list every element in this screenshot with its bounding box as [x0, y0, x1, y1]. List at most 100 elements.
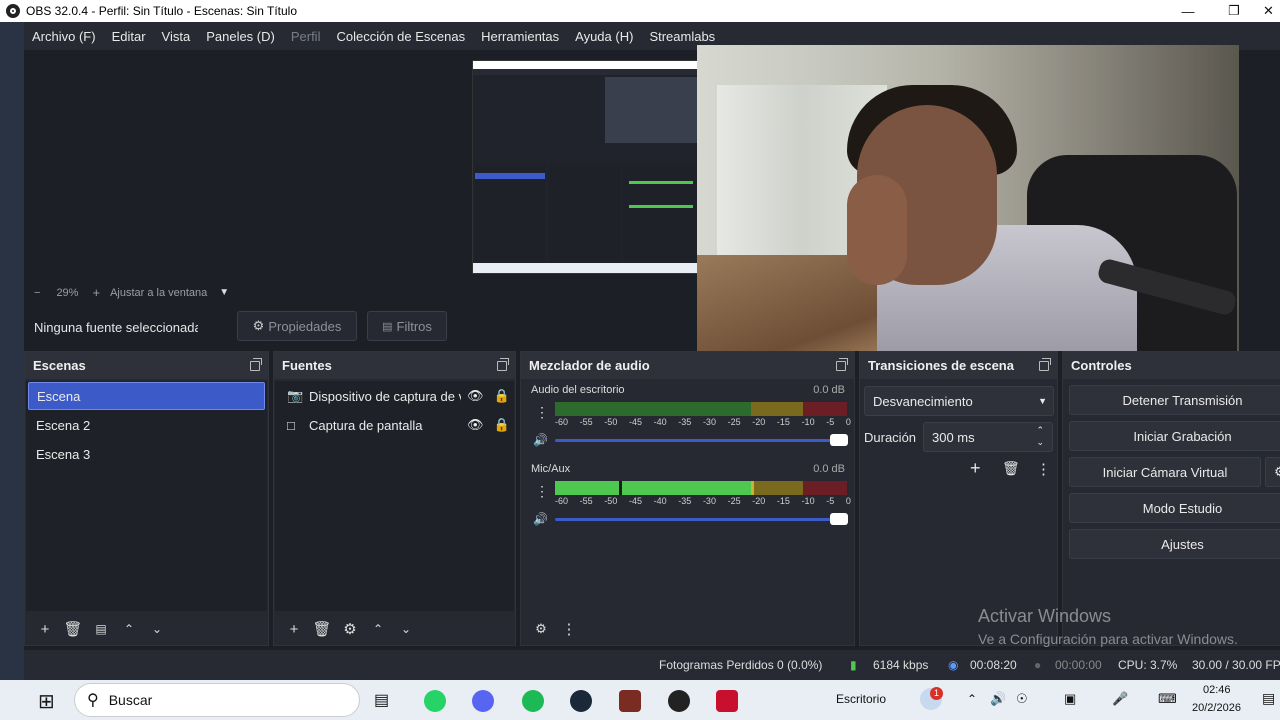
whatsapp-icon[interactable]	[424, 690, 446, 712]
virtual-camera-settings-button[interactable]: ⚙	[1265, 457, 1280, 487]
menu-ayuda[interactable]: Ayuda (H)	[567, 29, 641, 44]
fit-window-label[interactable]: Ajustar a la ventana	[110, 287, 207, 299]
obs-logo-icon	[6, 4, 20, 18]
speaker-icon[interactable]: 🔊	[533, 512, 548, 526]
chevron-up-icon[interactable]: ⌃	[364, 622, 392, 636]
lock-icon[interactable]: 🔒	[494, 388, 510, 404]
volume-slider[interactable]	[555, 434, 848, 446]
chevron-down-icon[interactable]: ⌄	[1036, 437, 1044, 448]
zoom-in-button[interactable]: +	[92, 285, 100, 300]
start-recording-button[interactable]: Iniciar Grabación	[1069, 421, 1280, 451]
network-icon[interactable]: ☉	[1016, 691, 1028, 707]
window-title: OBS 32.0.4 - Perfil: Sin Título - Escena…	[26, 4, 298, 18]
menu-herramientas[interactable]: Herramientas	[473, 29, 567, 44]
chevron-up-icon[interactable]: ⌃	[967, 692, 977, 706]
tray-icon[interactable]: ▣	[1064, 691, 1076, 707]
slider-knob[interactable]	[830, 434, 848, 446]
menu-vista[interactable]: Vista	[154, 29, 199, 44]
undock-icon[interactable]	[836, 357, 848, 371]
menu-streamlabs[interactable]: Streamlabs	[641, 29, 723, 44]
menu-dots-icon[interactable]: ⋮	[555, 620, 583, 638]
menu-archivo[interactable]: Archivo (F)	[24, 29, 104, 44]
obs-taskbar-icon[interactable]	[668, 690, 690, 712]
steam-icon[interactable]	[570, 690, 592, 712]
slider-knob[interactable]	[830, 513, 848, 525]
zoom-bar: − 29% + Ajustar a la ventana ▼	[24, 284, 697, 301]
menu-editar[interactable]: Editar	[104, 29, 154, 44]
undock-icon[interactable]	[497, 357, 509, 371]
chevron-down-icon[interactable]: ⌄	[143, 622, 171, 636]
minimize-button[interactable]: —	[1165, 0, 1211, 22]
add-icon[interactable]: +	[31, 621, 59, 638]
sources-title: Fuentes	[282, 358, 332, 373]
bitrate: 6184 kbps	[873, 658, 929, 672]
trash-icon[interactable]: 🗑	[59, 620, 87, 638]
activate-windows-title: Activar Windows	[978, 606, 1112, 626]
add-icon[interactable]: +	[970, 458, 981, 479]
scene-item[interactable]: Escena 3	[28, 440, 265, 468]
taskbar-search[interactable]: ⚲ Buscar	[74, 683, 360, 717]
game-icon[interactable]	[619, 690, 641, 712]
eye-icon[interactable]: 👁	[467, 388, 484, 404]
scene-item[interactable]: Escena	[28, 382, 265, 410]
chevron-down-icon: ▼	[1038, 396, 1047, 406]
lock-icon[interactable]: 🔒	[494, 417, 510, 433]
undock-icon[interactable]	[250, 357, 262, 371]
pes-icon[interactable]	[716, 690, 738, 712]
search-placeholder: Buscar	[108, 692, 153, 708]
properties-button[interactable]: ⚙ Propiedades	[237, 311, 357, 341]
source-item[interactable]: 📷 Dispositivo de captura de video 👁 🔒	[277, 382, 512, 410]
menu-dots-icon[interactable]: ⋮	[535, 404, 549, 421]
zoom-out-button[interactable]: −	[34, 287, 40, 299]
menu-coleccion[interactable]: Colección de Escenas	[328, 29, 473, 44]
studio-mode-button[interactable]: Modo Estudio	[1069, 493, 1280, 523]
volume-icon[interactable]: 🔊	[990, 691, 1006, 707]
menu-dots-icon[interactable]: ⋮	[1036, 460, 1051, 478]
transition-select[interactable]: Desvanecimiento ▼	[864, 386, 1054, 416]
windows-start-icon[interactable]: ⊞	[38, 689, 55, 714]
desktop-toolbar[interactable]: Escritorio	[836, 692, 886, 706]
menu-perfil: Perfil	[290, 28, 321, 44]
add-icon[interactable]: +	[280, 621, 308, 638]
record-time: 00:00:00	[1055, 658, 1102, 672]
chevron-down-icon[interactable]: ▼	[219, 287, 229, 298]
start-virtual-camera-button[interactable]: Iniciar Cámara Virtual	[1069, 457, 1261, 487]
menu-paneles[interactable]: Paneles (D)	[198, 29, 283, 44]
status-bar: Fotogramas Perdidos 0 (0.0%) ▮ 6184 kbps…	[24, 650, 1280, 680]
chevron-up-icon[interactable]: ⌃	[1036, 425, 1044, 436]
keyboard-icon[interactable]: ⌨	[1158, 691, 1177, 707]
microphone-icon[interactable]: 🎤	[1112, 691, 1128, 707]
speaker-icon[interactable]: 🔊	[533, 433, 548, 447]
trash-icon[interactable]: 🗑	[308, 620, 336, 638]
notifications-icon[interactable]: ▤	[1262, 690, 1275, 707]
volume-meter	[555, 402, 847, 416]
chevron-down-icon[interactable]: ⌄	[392, 622, 420, 636]
clock-date[interactable]: 20/2/2026	[1192, 702, 1241, 714]
menu-dots-icon[interactable]: ⋮	[535, 483, 549, 500]
duration-value: 300 ms	[932, 429, 975, 445]
dropped-frames: Fotogramas Perdidos 0 (0.0%)	[659, 658, 823, 672]
clock-time[interactable]: 02:46	[1203, 684, 1231, 696]
filters-button[interactable]: ▤ Filtros	[367, 311, 447, 341]
cpu-usage: CPU: 3.7%	[1118, 658, 1178, 672]
spotify-icon[interactable]	[522, 690, 544, 712]
settings-button[interactable]: Ajustes	[1069, 529, 1280, 559]
stop-stream-button[interactable]: Detener Transmisión	[1069, 385, 1280, 415]
maximize-button[interactable]: ❐	[1211, 0, 1257, 22]
gear-icon[interactable]: ⚙	[336, 620, 364, 638]
discord-icon[interactable]	[472, 690, 494, 712]
source-label: Dispositivo de captura de video	[309, 388, 461, 404]
duration-spinbox[interactable]: 300 ms ⌃ ⌄	[923, 422, 1053, 452]
chevron-up-icon[interactable]: ⌃	[115, 622, 143, 636]
filter-icon[interactable]: ▤	[87, 622, 115, 636]
mixer-settings-icon[interactable]: ⚙	[527, 621, 555, 637]
source-item[interactable]: □ Captura de pantalla 👁 🔒	[277, 411, 512, 439]
close-button[interactable]: ✕	[1257, 0, 1280, 22]
trash-icon[interactable]: 🗑	[1002, 460, 1020, 477]
undock-icon[interactable]	[1039, 357, 1051, 371]
task-view-icon[interactable]: ▤	[374, 690, 396, 712]
scene-item[interactable]: Escena 2	[28, 411, 265, 439]
eye-icon[interactable]: 👁	[467, 417, 484, 433]
transitions-title: Transiciones de escena	[868, 358, 1014, 373]
volume-slider[interactable]	[555, 513, 848, 525]
